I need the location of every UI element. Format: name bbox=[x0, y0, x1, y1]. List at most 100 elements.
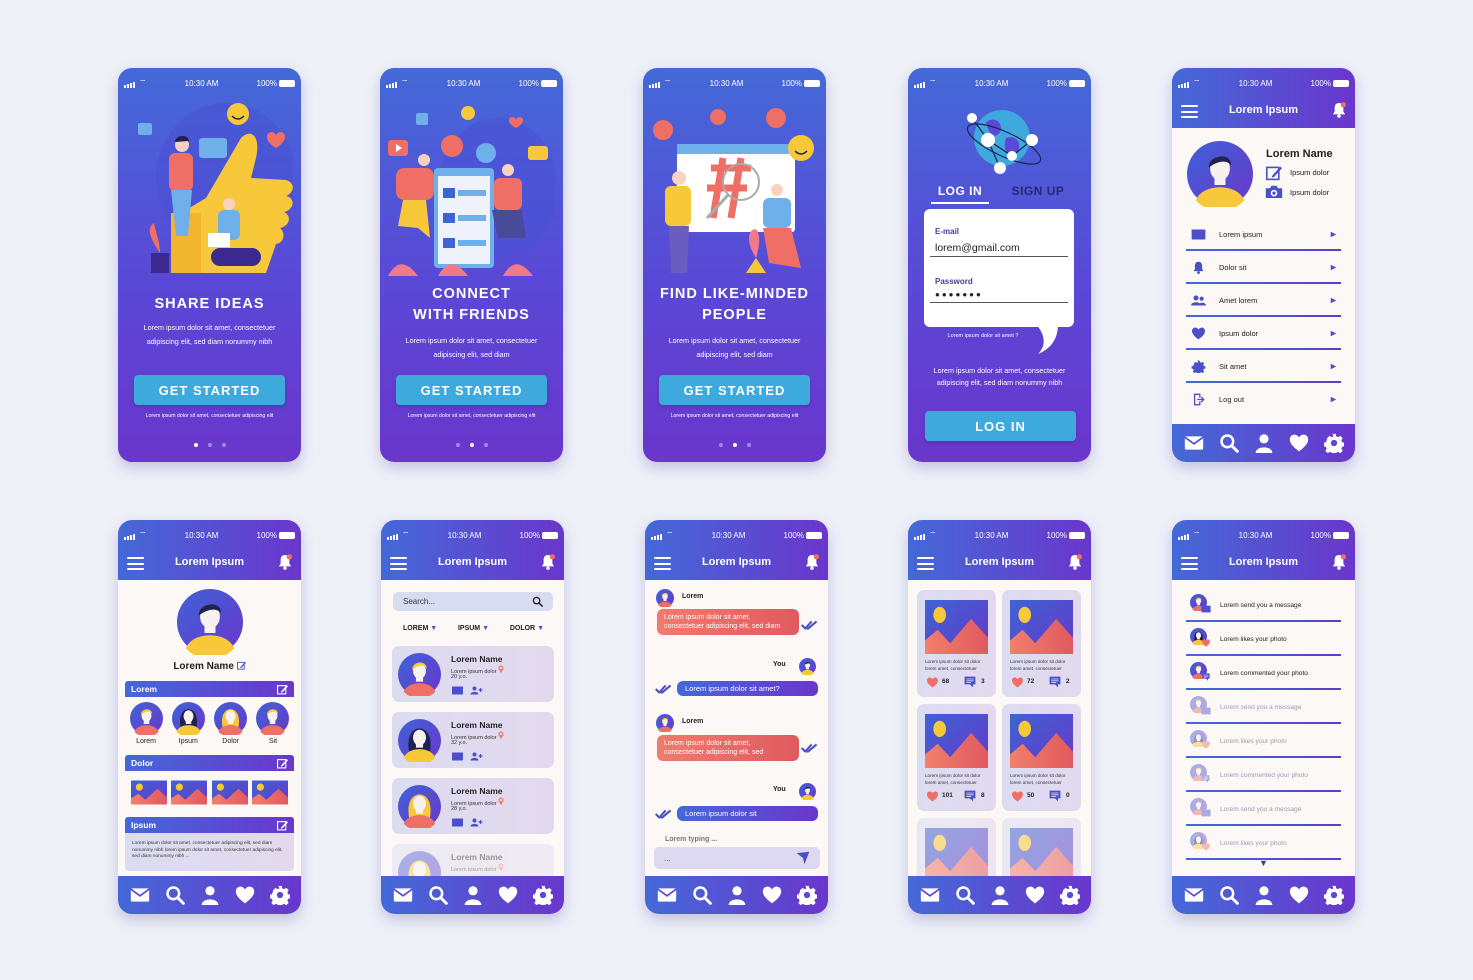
comment-icon[interactable] bbox=[964, 676, 976, 688]
change-photo-link[interactable]: Ipsum dolor bbox=[1290, 188, 1329, 197]
page-indicator[interactable] bbox=[380, 443, 563, 447]
comment-icon[interactable] bbox=[1049, 790, 1061, 802]
nav-heart-icon[interactable] bbox=[497, 884, 519, 906]
edit-icon[interactable] bbox=[277, 820, 288, 831]
email-field[interactable]: lorem@gmail.com bbox=[930, 239, 1068, 257]
nav-search-icon[interactable] bbox=[691, 884, 713, 906]
get-started-button[interactable]: GET STARTED bbox=[396, 375, 547, 405]
post-card[interactable]: Lorem ipsum dolor sit dolor lorem amet, … bbox=[1002, 704, 1081, 811]
nav-gear-icon[interactable] bbox=[1323, 432, 1345, 454]
nav-search-icon[interactable] bbox=[954, 884, 976, 906]
page-dot-3[interactable] bbox=[221, 443, 226, 447]
menu-item[interactable]: Amet lorem bbox=[1186, 284, 1341, 317]
friend-item[interactable]: Sit bbox=[256, 702, 290, 745]
notification-item[interactable]: Lorem send you a message bbox=[1186, 588, 1341, 622]
forgot-password-link[interactable]: Lorem ipsum dolor sit amet ? bbox=[928, 333, 1038, 339]
nav-heart-icon[interactable] bbox=[761, 884, 783, 906]
notification-item[interactable]: Lorem likes your photo bbox=[1186, 724, 1341, 758]
notification-bell-icon[interactable] bbox=[541, 554, 555, 570]
nav-profile-icon[interactable] bbox=[1253, 432, 1275, 454]
notification-bell-icon[interactable] bbox=[1332, 554, 1346, 570]
add-friend-icon[interactable] bbox=[470, 752, 483, 761]
post-card[interactable]: Lorem ipsum dolor sit dolor lorem amet, … bbox=[917, 590, 996, 697]
add-friend-icon[interactable] bbox=[470, 818, 483, 827]
nav-gear-icon[interactable] bbox=[532, 884, 554, 906]
nav-gear-icon[interactable] bbox=[1059, 884, 1081, 906]
page-dot-2[interactable] bbox=[207, 443, 212, 447]
menu-item[interactable]: Sit amet bbox=[1186, 350, 1341, 383]
notification-item[interactable]: Lorem commented your photo bbox=[1186, 656, 1341, 690]
add-friend-icon[interactable] bbox=[470, 686, 483, 695]
nav-mail-icon[interactable] bbox=[1183, 884, 1205, 906]
user-card[interactable]: Lorem Name Lorem ipsum dolor 20 y.o. bbox=[392, 646, 554, 702]
user-card[interactable]: Lorem Name Lorem ipsum dolor 32 y.o. bbox=[392, 712, 554, 768]
get-started-button[interactable]: GET STARTED bbox=[659, 375, 810, 405]
get-started-button[interactable]: GET STARTED bbox=[134, 375, 285, 405]
nav-search-icon[interactable] bbox=[427, 884, 449, 906]
like-icon[interactable] bbox=[1011, 677, 1024, 688]
notification-item[interactable]: Lorem send you a message bbox=[1186, 792, 1341, 826]
friend-item[interactable]: Lorem bbox=[129, 702, 163, 745]
edit-profile-link[interactable]: Ipsum dolor bbox=[1290, 168, 1329, 177]
page-dot-2[interactable] bbox=[732, 443, 737, 447]
nav-heart-icon[interactable] bbox=[1288, 432, 1310, 454]
page-dot-2[interactable] bbox=[469, 443, 474, 447]
edit-icon[interactable] bbox=[277, 758, 288, 769]
message-icon[interactable] bbox=[451, 752, 464, 761]
nav-heart-icon[interactable] bbox=[234, 884, 256, 906]
filter-dropdown[interactable]: DOLOR ▼ bbox=[510, 625, 544, 632]
like-icon[interactable] bbox=[1011, 791, 1024, 802]
password-field[interactable]: ●●●●●●● bbox=[930, 287, 1068, 303]
page-dot-1[interactable] bbox=[193, 443, 198, 447]
menu-item[interactable]: Lorem ipsum bbox=[1186, 218, 1341, 251]
page-dot-1[interactable] bbox=[455, 443, 460, 447]
filter-dropdown[interactable]: IPSUM ▼ bbox=[458, 625, 489, 632]
nav-profile-icon[interactable] bbox=[1253, 884, 1275, 906]
nav-profile-icon[interactable] bbox=[462, 884, 484, 906]
send-icon[interactable] bbox=[796, 851, 810, 865]
page-indicator[interactable] bbox=[118, 443, 301, 447]
edit-name-icon[interactable] bbox=[237, 661, 246, 670]
edit-icon[interactable] bbox=[1266, 165, 1282, 181]
nav-profile-icon[interactable] bbox=[989, 884, 1011, 906]
nav-mail-icon[interactable] bbox=[129, 884, 151, 906]
nav-search-icon[interactable] bbox=[1218, 884, 1240, 906]
notification-bell-icon[interactable] bbox=[805, 554, 819, 570]
menu-item[interactable]: Dolor sit bbox=[1186, 251, 1341, 284]
login-button[interactable]: LOG IN bbox=[925, 411, 1076, 441]
nav-gear-icon[interactable] bbox=[269, 884, 291, 906]
nav-search-icon[interactable] bbox=[1218, 432, 1240, 454]
edit-icon[interactable] bbox=[277, 684, 288, 695]
nav-mail-icon[interactable] bbox=[392, 884, 414, 906]
search-input[interactable]: Search... bbox=[393, 592, 553, 611]
message-input[interactable]: ... bbox=[654, 847, 820, 869]
friend-item[interactable]: Dolor bbox=[214, 702, 248, 745]
notification-item[interactable]: Lorem commented your photo bbox=[1186, 758, 1341, 792]
user-card[interactable]: Lorem Name Lorem ipsum dolor 28 y.o. bbox=[392, 778, 554, 834]
photo-thumbnail[interactable] bbox=[212, 777, 248, 808]
page-dot-1[interactable] bbox=[718, 443, 723, 447]
notification-item[interactable]: Lorem likes your photo bbox=[1186, 826, 1341, 860]
notification-bell-icon[interactable] bbox=[1332, 102, 1346, 118]
notification-bell-icon[interactable] bbox=[278, 554, 292, 570]
photo-thumbnail[interactable] bbox=[252, 777, 288, 808]
nav-profile-icon[interactable] bbox=[726, 884, 748, 906]
comment-icon[interactable] bbox=[1049, 676, 1061, 688]
message-icon[interactable] bbox=[451, 818, 464, 827]
search-icon[interactable] bbox=[532, 596, 543, 607]
photo-thumbnail[interactable] bbox=[131, 777, 167, 808]
like-icon[interactable] bbox=[926, 677, 939, 688]
camera-icon[interactable] bbox=[1265, 184, 1283, 199]
message-icon[interactable] bbox=[451, 686, 464, 695]
nav-profile-icon[interactable] bbox=[199, 884, 221, 906]
nav-heart-icon[interactable] bbox=[1288, 884, 1310, 906]
nav-search-icon[interactable] bbox=[164, 884, 186, 906]
nav-gear-icon[interactable] bbox=[1323, 884, 1345, 906]
tab-sign-up[interactable]: SIGN UP bbox=[1008, 184, 1068, 198]
nav-mail-icon[interactable] bbox=[919, 884, 941, 906]
friend-item[interactable]: Ipsum bbox=[171, 702, 205, 745]
notification-item[interactable]: Lorem likes your photo bbox=[1186, 622, 1341, 656]
like-icon[interactable] bbox=[926, 791, 939, 802]
comment-icon[interactable] bbox=[964, 790, 976, 802]
filter-dropdown[interactable]: LOREM ▼ bbox=[403, 625, 437, 632]
